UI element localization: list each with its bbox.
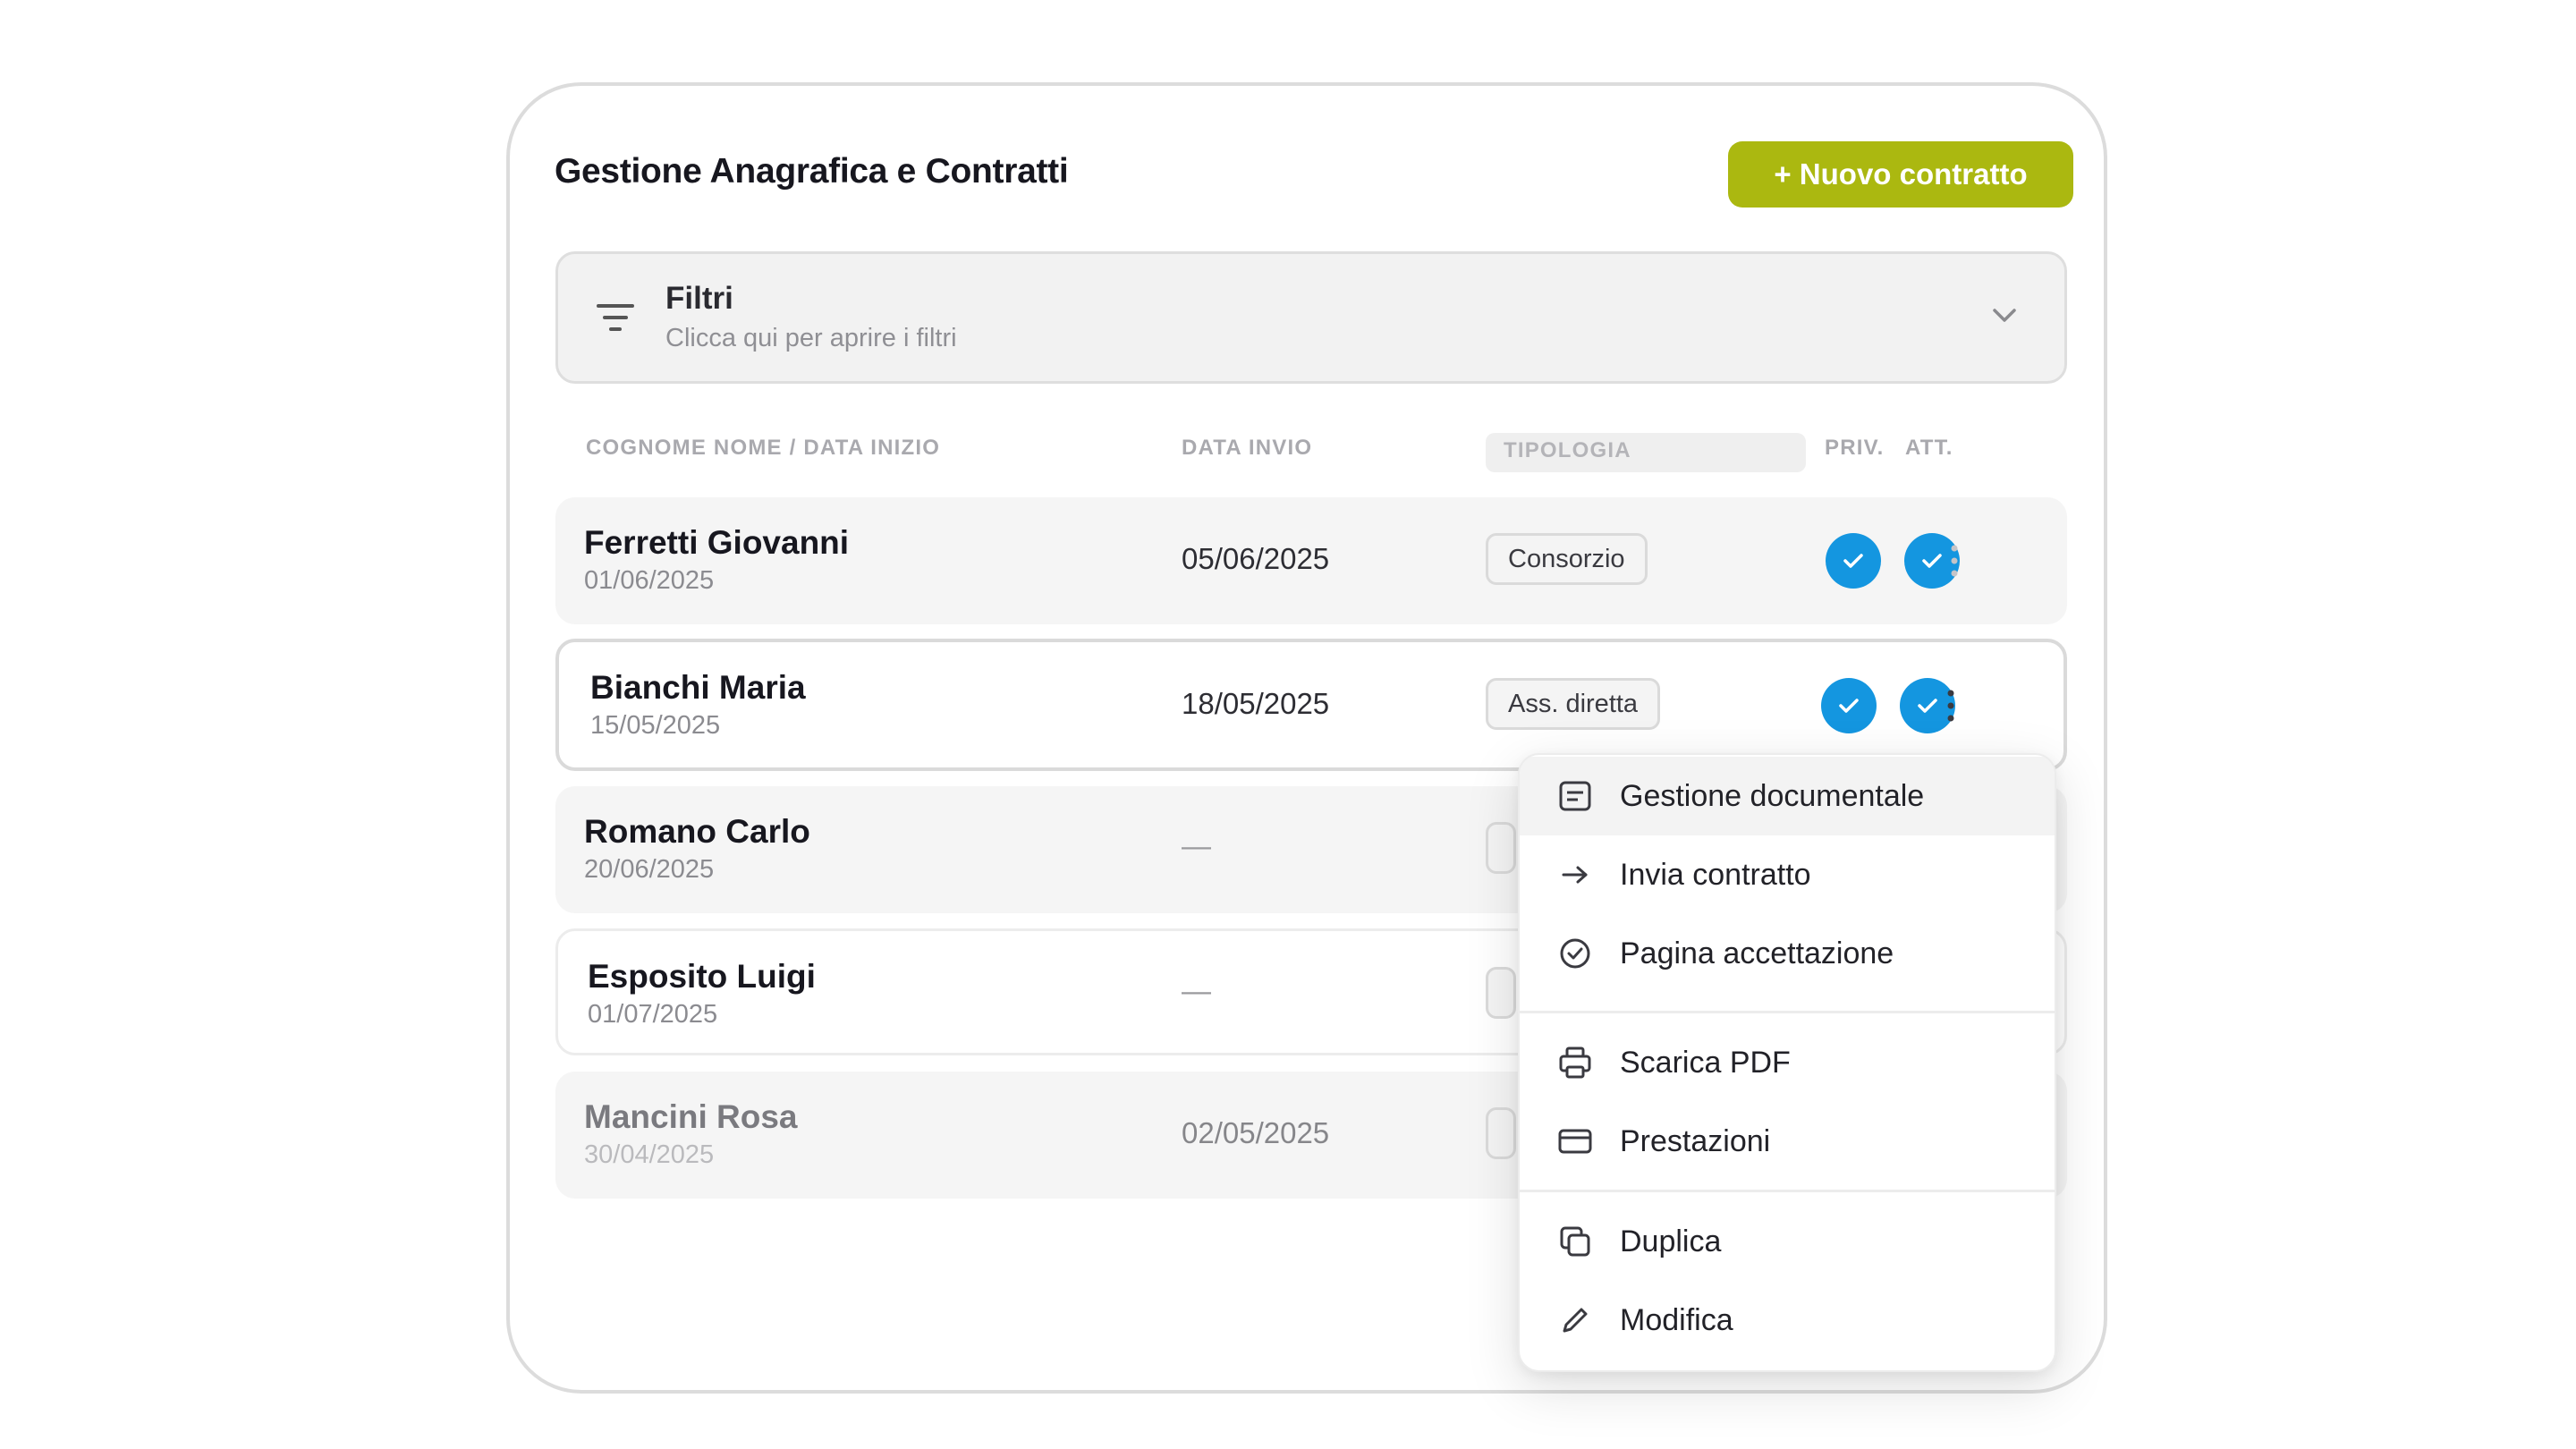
priv-check-icon bbox=[1826, 533, 1881, 589]
menu-item-pagina-accettazione[interactable]: Pagina accettazione bbox=[1520, 914, 2055, 993]
menu-item-label: Invia contratto bbox=[1620, 857, 1811, 892]
filters-title: Filtri bbox=[665, 281, 733, 316]
row-name: Ferretti Giovanni bbox=[584, 524, 850, 561]
menu-item-invia-contratto[interactable]: Invia contratto bbox=[1520, 835, 2055, 914]
table-row[interactable]: Ferretti Giovanni 01/06/2025 05/06/2025 … bbox=[555, 497, 2067, 624]
row-name: Romano Carlo bbox=[584, 813, 810, 850]
new-contract-button[interactable]: + Nuovo contratto bbox=[1728, 141, 2073, 208]
menu-item-label: Duplica bbox=[1620, 1224, 1722, 1258]
menu-divider bbox=[1520, 1190, 2055, 1192]
row-sent-date: — bbox=[1182, 829, 1211, 862]
copy-icon bbox=[1557, 1224, 1593, 1259]
type-badge bbox=[1486, 822, 1516, 874]
card-icon bbox=[1557, 1123, 1593, 1159]
row-context-menu: Gestione documentale Invia contratto Pag… bbox=[1518, 753, 2056, 1372]
menu-item-duplica[interactable]: Duplica bbox=[1520, 1202, 2055, 1281]
filter-icon bbox=[596, 301, 635, 341]
priv-check-icon bbox=[1821, 678, 1877, 733]
more-vertical-icon[interactable] bbox=[1936, 540, 1972, 581]
row-start-date: 20/06/2025 bbox=[584, 855, 715, 884]
menu-item-gestione-documentale[interactable]: Gestione documentale bbox=[1520, 757, 2055, 835]
arrow-right-icon bbox=[1557, 857, 1593, 893]
menu-item-label: Scarica PDF bbox=[1620, 1045, 1791, 1080]
filters-subtitle: Clicca qui per aprire i filtri bbox=[665, 324, 957, 352]
menu-item-modifica[interactable]: Modifica bbox=[1520, 1281, 2055, 1360]
menu-divider bbox=[1520, 1011, 2055, 1013]
row-start-date: 01/07/2025 bbox=[588, 1000, 718, 1029]
column-header-priv[interactable]: PRIV. bbox=[1825, 436, 1884, 461]
pencil-icon bbox=[1557, 1302, 1593, 1338]
column-header-att[interactable]: ATT. bbox=[1905, 436, 1953, 461]
more-vertical-icon[interactable] bbox=[1933, 685, 1969, 726]
row-name: Esposito Luigi bbox=[588, 958, 816, 995]
menu-item-prestazioni[interactable]: Prestazioni bbox=[1520, 1102, 2055, 1181]
check-circle-icon bbox=[1557, 936, 1593, 971]
column-header-name[interactable]: COGNOME NOME / DATA INIZIO bbox=[586, 436, 940, 461]
printer-icon bbox=[1557, 1045, 1593, 1080]
column-header-type[interactable]: TIPOLOGIA bbox=[1486, 433, 1806, 472]
table-row-selected[interactable]: Bianchi Maria 15/05/2025 18/05/2025 Ass.… bbox=[555, 639, 2067, 771]
menu-item-label: Pagina accettazione bbox=[1620, 936, 1894, 970]
row-start-date: 15/05/2025 bbox=[590, 711, 721, 740]
row-sent-date: 18/05/2025 bbox=[1182, 687, 1330, 720]
row-sent-date: 02/05/2025 bbox=[1182, 1116, 1330, 1149]
type-badge bbox=[1486, 967, 1516, 1019]
row-name: Bianchi Maria bbox=[590, 669, 806, 706]
document-icon bbox=[1557, 778, 1593, 814]
row-name: Mancini Rosa bbox=[584, 1098, 798, 1135]
row-start-date: 01/06/2025 bbox=[584, 566, 715, 595]
menu-item-label: Modifica bbox=[1620, 1302, 1733, 1337]
type-badge bbox=[1486, 1107, 1516, 1159]
type-badge: Consorzio bbox=[1486, 533, 1648, 585]
chevron-down-icon[interactable] bbox=[1992, 308, 2017, 328]
menu-item-label: Gestione documentale bbox=[1620, 778, 1925, 813]
page-title: Gestione Anagrafica e Contratti bbox=[555, 152, 1069, 191]
type-badge: Ass. diretta bbox=[1486, 678, 1661, 730]
row-sent-date: 05/06/2025 bbox=[1182, 542, 1330, 575]
row-sent-date: — bbox=[1182, 974, 1211, 1007]
column-header-sent[interactable]: DATA INVIO bbox=[1182, 436, 1312, 461]
row-start-date: 30/04/2025 bbox=[584, 1140, 715, 1169]
menu-item-label: Prestazioni bbox=[1620, 1123, 1771, 1158]
menu-item-scarica-pdf[interactable]: Scarica PDF bbox=[1520, 1023, 2055, 1102]
filters-panel[interactable]: Filtri Clicca qui per aprire i filtri bbox=[555, 251, 2067, 384]
